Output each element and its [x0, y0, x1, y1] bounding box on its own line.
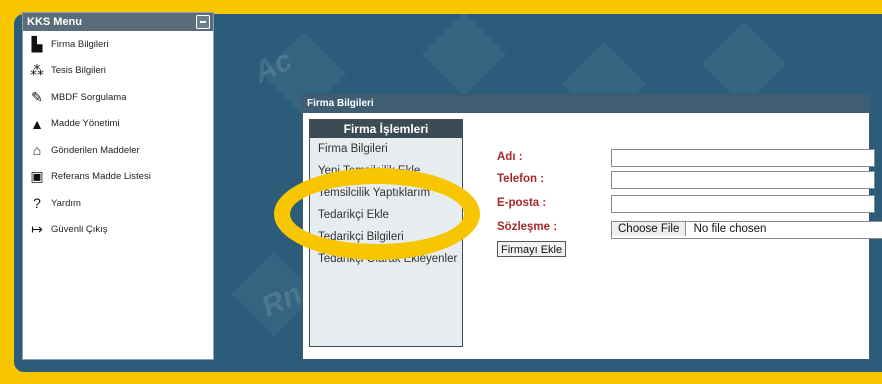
contract-label: Sözleşme : [497, 221, 558, 233]
menu-item-guvenli-cikis[interactable]: ↦ Güvenli Çıkış [23, 217, 213, 244]
firma-islemleri-panel: Firma İşlemleri Firma Bilgileri Yeni Tem… [309, 119, 463, 347]
menu-title: KKS Menu [27, 16, 82, 28]
menu-item-label: Madde Yönetimi [51, 118, 120, 130]
menu-item-tesis-bilgileri[interactable]: ⁂ Tesis Bilgileri [23, 58, 213, 85]
ops-header: Firma İşlemleri [310, 120, 462, 138]
menu-item-firma-bilgileri[interactable]: ▙ Firma Bilgileri [23, 31, 213, 58]
dialog-title: Firma Bilgileri [303, 95, 869, 113]
phone-label: Telefon : [497, 173, 545, 185]
ops-item-tedarikci-olarak-ekleyenler[interactable]: Tedarikçi Olarak Ekleyenler [310, 248, 462, 270]
kks-menu: KKS Menu ▙ Firma Bilgileri ⁂ Tesis Bilgi… [22, 12, 214, 360]
name-input[interactable] [611, 149, 875, 167]
contract-file-input[interactable]: Choose File No file chosen [611, 221, 882, 239]
ops-list: Firma Bilgileri Yeni Temsilcilik Ekle Te… [310, 138, 462, 270]
pen-icon: ✎ [31, 88, 43, 105]
bank-icon: ⌂ [32, 142, 42, 159]
menu-item-label: Güvenli Çıkış [51, 224, 108, 236]
menu-item-label: Referans Madde Listesi [51, 171, 151, 183]
logout-icon: ↦ [31, 221, 43, 238]
menu-item-label: Gönderilen Maddeler [51, 144, 140, 156]
menu-item-mbdf-sorgulama[interactable]: ✎ MBDF Sorgulama [23, 84, 213, 111]
shapes-icon: ▲ [30, 115, 44, 132]
ops-item-yeni-temsilcilik-ekle[interactable]: Yeni Temsilcilik Ekle [310, 160, 462, 182]
ops-item-temsilcilik-yaptiklarim[interactable]: Temsilcilik Yaptıklarım [310, 182, 462, 204]
factory-icon: ▙ [31, 35, 43, 52]
file-status: No file chosen [693, 223, 767, 235]
menu-item-label: MBDF Sorgulama [51, 91, 127, 103]
menu-header: KKS Menu [23, 13, 213, 31]
email-label: E-posta : [497, 197, 547, 209]
menu-item-label: Firma Bilgileri [51, 38, 109, 50]
ops-item-firma-bilgileri[interactable]: Firma Bilgileri [310, 138, 462, 160]
question-icon: ? [33, 195, 41, 212]
menu-item-label: Tesis Bilgileri [51, 65, 106, 77]
bg-tile [421, 14, 507, 97]
email-input[interactable] [611, 195, 875, 213]
ops-item-tedarikci-bilgileri[interactable]: Tedarikçi Bilgileri [310, 226, 462, 248]
menu-list: ▙ Firma Bilgileri ⁂ Tesis Bilgileri ✎ MB… [23, 31, 213, 243]
menu-item-yardim[interactable]: ? Yardım [23, 190, 213, 217]
firma-bilgileri-dialog: Firma Bilgileri Firma İşlemleri Firma Bi… [302, 94, 882, 360]
menu-item-referans-madde-listesi[interactable]: ▣ Referans Madde Listesi [23, 164, 213, 191]
menu-item-gonderilen-maddeler[interactable]: ⌂ Gönderilen Maddeler [23, 137, 213, 164]
name-label: Adı : [497, 151, 523, 163]
menu-item-label: Yardım [51, 197, 81, 209]
choose-file-button[interactable]: Choose File [612, 222, 687, 236]
ops-item-tedarikci-ekle[interactable]: Tedarikçi Ekle [310, 204, 462, 226]
document-icon: ▣ [30, 168, 44, 185]
phone-input[interactable] [611, 171, 875, 189]
network-icon: ⁂ [30, 62, 44, 79]
menu-item-madde-yonetimi[interactable]: ▲ Madde Yönetimi [23, 111, 213, 138]
submit-button[interactable]: Firmayı Ekle [497, 241, 567, 257]
collapse-icon[interactable] [196, 15, 210, 29]
